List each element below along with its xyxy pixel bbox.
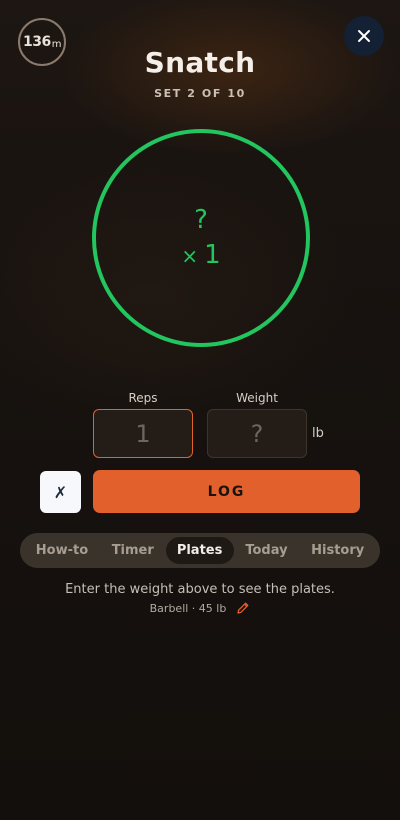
weight-input[interactable]: ? [207, 409, 307, 458]
target-weight: ? [194, 205, 208, 235]
tab-plates[interactable]: Plates [165, 537, 234, 564]
tab-how-to[interactable]: How-to [24, 537, 100, 564]
weight-placeholder: ? [250, 419, 264, 448]
weight-label: Weight [236, 391, 278, 405]
reps-label: Reps [128, 391, 158, 405]
edit-barbell-button[interactable] [236, 601, 250, 615]
target-reps: 1 [204, 240, 221, 270]
cancel-icon: ✗ [53, 482, 68, 502]
barbell-info: Barbell · 45 lb [149, 601, 227, 615]
workout-screen: 136 m Snatch SET 2 OF 10 ? × 1 Reps Weight… [0, 0, 400, 820]
pencil-icon [237, 602, 249, 614]
reps-input[interactable]: 1 [93, 409, 193, 458]
tab-history[interactable]: History [299, 537, 376, 564]
tab-bar: How-to Timer Plates Today History [20, 533, 380, 568]
set-counter: SET 2 OF 10 [154, 87, 246, 100]
plates-hint: Enter the weight above to see the plates… [65, 582, 335, 597]
tab-today[interactable]: Today [234, 537, 300, 564]
barbell-info-row: Barbell · 45 lb [0, 601, 400, 615]
log-button[interactable]: LOG [93, 470, 360, 513]
cancel-button[interactable]: ✗ [40, 471, 81, 513]
target-ring [92, 129, 310, 347]
reps-placeholder: 1 [135, 419, 151, 448]
target-reps-row: × 1 [92, 240, 310, 270]
close-icon [358, 30, 370, 42]
weight-unit-label: lb [312, 426, 324, 441]
exercise-title: Snatch [144, 46, 256, 79]
tab-timer[interactable]: Timer [100, 537, 166, 564]
times-symbol: × [181, 244, 199, 268]
